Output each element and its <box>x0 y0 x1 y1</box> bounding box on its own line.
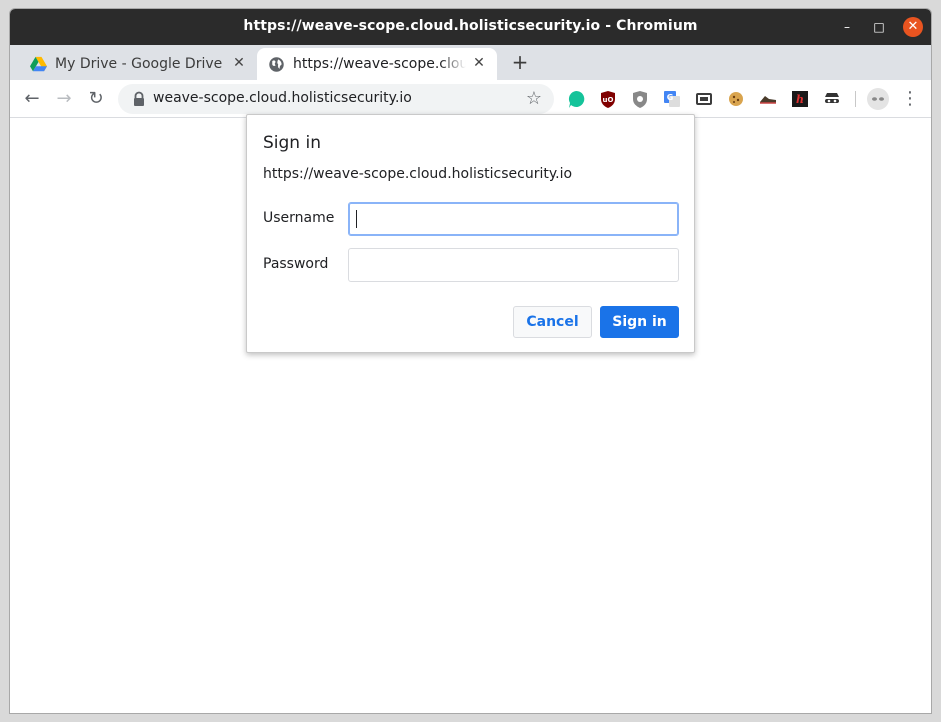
globe-icon <box>269 57 284 72</box>
tab-weave-scope[interactable]: https://weave-scope.cloud.holisticsecuri… <box>257 48 497 80</box>
dialog-origin: https://weave-scope.cloud.holisticsecuri… <box>263 166 573 182</box>
tab-label: My Drive - Google Drive <box>55 56 223 72</box>
dialog-title: Sign in <box>263 133 321 153</box>
incognito-mask-icon[interactable] <box>821 88 843 110</box>
text-caret <box>356 210 357 228</box>
screenshot-icon[interactable] <box>693 88 715 110</box>
profile-avatar[interactable] <box>867 88 889 110</box>
profile-icon <box>872 97 884 101</box>
browser-menu-icon[interactable]: ⋮ <box>901 87 919 111</box>
close-window-button[interactable]: ✕ <box>903 17 923 37</box>
address-bar[interactable]: weave-scope.cloud.holisticsecurity.io ☆ <box>118 84 554 114</box>
username-input[interactable] <box>348 202 679 236</box>
url-text[interactable]: weave-scope.cloud.holisticsecurity.io <box>153 90 412 106</box>
browser-window: https://weave-scope.cloud.holisticsecuri… <box>9 8 932 714</box>
tab-strip: My Drive - Google Drive ✕ https://weave-… <box>10 45 931 80</box>
toolbar-divider <box>855 91 856 107</box>
username-label: Username <box>263 210 335 226</box>
back-button[interactable]: ← <box>19 86 45 112</box>
svg-text:G: G <box>667 93 674 102</box>
grammarly-icon[interactable] <box>565 88 587 110</box>
tab-close-icon[interactable]: ✕ <box>230 54 248 72</box>
tab-label: https://weave-scope.cloud.holisticsecuri… <box>293 56 466 72</box>
window-title: https://weave-scope.cloud.holisticsecuri… <box>243 18 698 34</box>
bookmark-star-icon[interactable]: ☆ <box>524 89 544 109</box>
minimize-button[interactable]: – <box>837 17 857 37</box>
maximize-button[interactable]: □ <box>869 17 889 37</box>
ublock-icon[interactable]: uO <box>597 88 619 110</box>
privacy-badger-icon[interactable] <box>629 88 651 110</box>
lock-icon[interactable] <box>132 91 146 107</box>
hackbar-icon[interactable]: h <box>789 88 811 110</box>
cookie-icon[interactable] <box>725 88 747 110</box>
sign-in-dialog: Sign in https://weave-scope.cloud.holist… <box>246 114 695 353</box>
google-drive-icon <box>30 56 47 72</box>
sign-in-button[interactable]: Sign in <box>600 306 679 338</box>
shoe-icon[interactable] <box>757 88 779 110</box>
cancel-button[interactable]: Cancel <box>513 306 592 338</box>
password-label: Password <box>263 256 329 272</box>
forward-button[interactable]: → <box>51 86 77 112</box>
svg-text:h: h <box>796 93 804 106</box>
new-tab-button[interactable]: + <box>508 50 532 74</box>
browser-toolbar: ← → ↻ weave-scope.cloud.holisticsecurity… <box>10 80 931 118</box>
title-bar: https://weave-scope.cloud.holisticsecuri… <box>10 9 931 45</box>
svg-text:uO: uO <box>603 96 614 104</box>
password-input[interactable] <box>348 248 679 282</box>
tab-close-icon[interactable]: ✕ <box>470 54 488 72</box>
tab-google-drive[interactable]: My Drive - Google Drive ✕ <box>19 48 257 80</box>
google-translate-icon[interactable]: G <box>661 88 683 110</box>
reload-button[interactable]: ↻ <box>83 86 109 112</box>
